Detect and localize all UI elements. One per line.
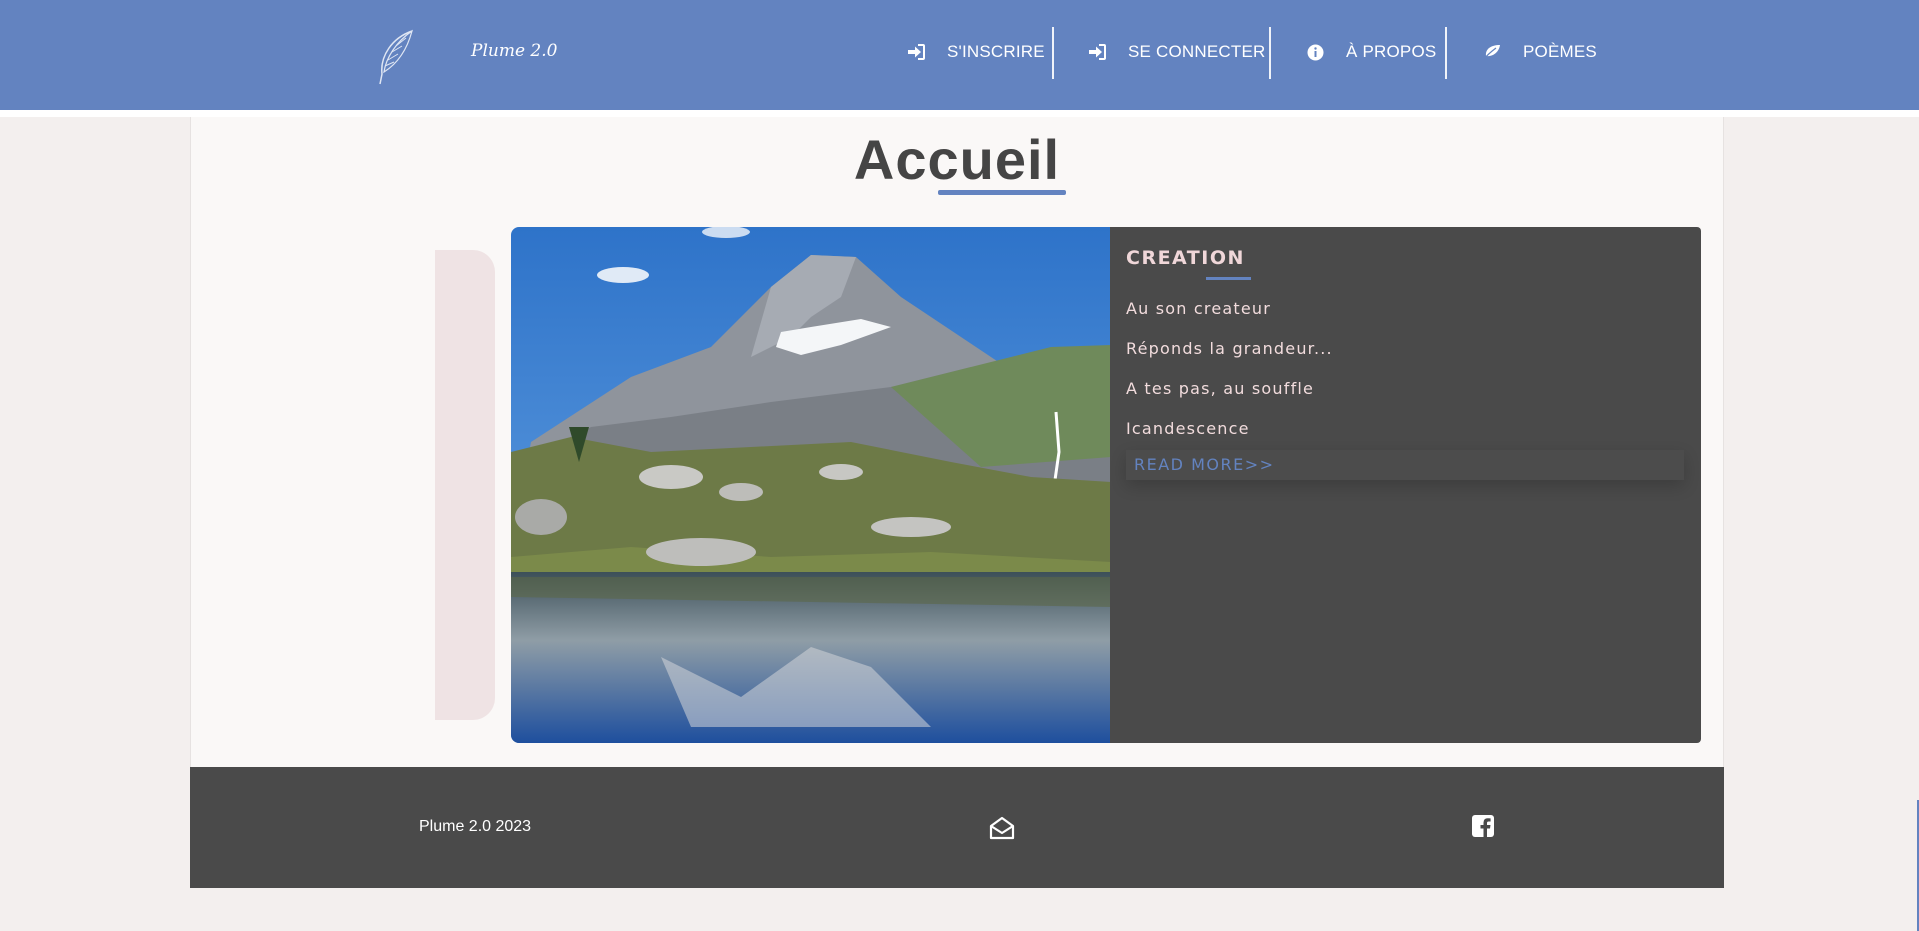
brand-name[interactable]: Plume 2.0 xyxy=(471,41,557,61)
nav-divider xyxy=(1269,27,1271,79)
footer-copyright: Plume 2.0 2023 xyxy=(419,818,532,835)
mountain-lake-image xyxy=(511,227,1111,743)
nav-divider xyxy=(1445,27,1447,79)
nav-poems[interactable]: POÈMES xyxy=(1483,38,1597,66)
poem-link[interactable]: Au son createur xyxy=(1126,299,1271,318)
nav-poems-label: POÈMES xyxy=(1523,42,1597,61)
nav-about-label: À PROPOS xyxy=(1346,42,1437,61)
leaf-icon xyxy=(1483,45,1500,60)
main-content: Accueil CREATION Au son createur Réponds… xyxy=(190,117,1724,767)
read-more-link[interactable]: READ MORE>> xyxy=(1126,450,1684,480)
nav-signup-label: S'INSCRIRE xyxy=(947,42,1045,61)
header-divider xyxy=(0,110,1919,117)
nav-login[interactable]: SE CONNECTER xyxy=(1088,38,1265,66)
nav-about[interactable]: À PROPOS xyxy=(1307,38,1436,66)
title-underline xyxy=(938,190,1066,195)
facebook-icon[interactable] xyxy=(1472,815,1494,841)
nav-login-label: SE CONNECTER xyxy=(1128,42,1266,61)
poem-link[interactable]: Réponds la grandeur... xyxy=(1126,339,1333,358)
poem-link[interactable]: A tes pas, au souffle xyxy=(1126,379,1314,398)
feather-icon[interactable] xyxy=(372,28,416,86)
nav-divider xyxy=(1052,27,1054,79)
page-title: Accueil xyxy=(853,128,1061,191)
carousel-side-tab[interactable] xyxy=(435,250,495,720)
footer: Plume 2.0 2023 xyxy=(190,767,1724,888)
sign-in-icon xyxy=(1089,44,1106,60)
poem-collection-card: CREATION Au son createur Réponds la gran… xyxy=(1110,227,1701,743)
sign-in-icon xyxy=(908,44,925,60)
envelope-open-icon[interactable] xyxy=(989,816,1015,844)
card-title-underline xyxy=(1206,277,1251,280)
info-circle-icon xyxy=(1307,44,1324,60)
poem-link[interactable]: Icandescence xyxy=(1126,419,1250,438)
top-navbar: Plume 2.0 S'INSCRIRE SE CONNECTER À PROP… xyxy=(0,0,1919,110)
card-title: CREATION xyxy=(1126,247,1245,269)
nav-signup[interactable]: S'INSCRIRE xyxy=(907,38,1045,66)
